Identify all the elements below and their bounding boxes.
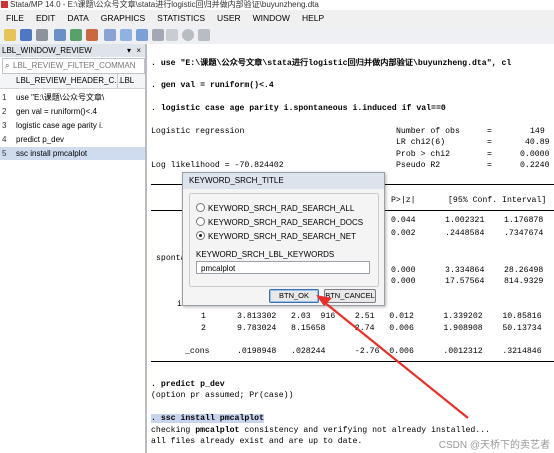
annotation-arrow [316, 295, 469, 419]
watermark: CSDN @天桥下的卖艺者 [438, 440, 550, 451]
annotation-arrow-shaft [323, 301, 469, 419]
annotation-arrow-head [316, 295, 332, 306]
